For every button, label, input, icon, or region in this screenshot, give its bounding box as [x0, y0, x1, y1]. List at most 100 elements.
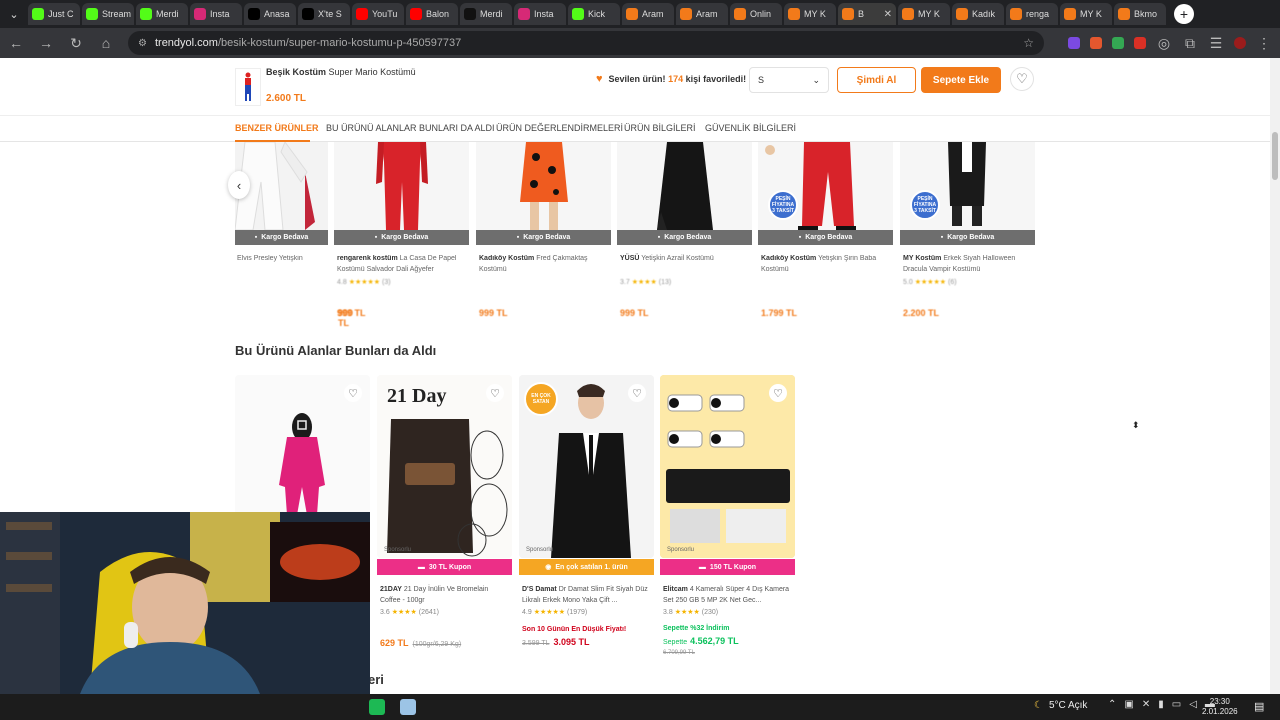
tray-usb-icon[interactable]: ▮	[1158, 699, 1164, 710]
site-info-icon[interactable]: ⚙	[138, 38, 147, 49]
favorite-heart-button[interactable]: ♡	[769, 384, 787, 402]
browser-tab[interactable]: MY K	[784, 3, 836, 25]
tab-search-icon[interactable]: ⌄	[4, 4, 24, 24]
browser-tab[interactable]: Insta	[190, 3, 242, 25]
tray-network-icon[interactable]: ▭	[1172, 699, 1181, 710]
tray-chevron-up-icon[interactable]: ⌃	[1108, 699, 1116, 710]
product-image	[660, 375, 795, 558]
browser-tab[interactable]: MY K	[1060, 3, 1112, 25]
new-tab-button[interactable]: +	[1174, 4, 1194, 24]
free-shipping-bar: ▪ Kargo Bedava	[476, 230, 611, 245]
browser-tab[interactable]: Just C	[28, 3, 80, 25]
tab-product-info[interactable]: ÜRÜN BİLGİLERİ	[624, 123, 696, 133]
similar-product-card[interactable]: ▪ Kargo Bedava Elvis Presley Yetişkin 900…	[192, 142, 353, 328]
home-icon[interactable]: ⌂	[98, 35, 114, 51]
notification-icon[interactable]: ▤	[1254, 700, 1264, 713]
url-field[interactable]: ⚙ trendyol.com/besik-kostum/super-mario-…	[128, 31, 1044, 55]
extension-green-icon[interactable]	[1112, 37, 1124, 49]
stars-icon: ★★★★	[391, 609, 417, 616]
favorite-heart-button[interactable]: ♡	[486, 384, 504, 402]
cart-price: Sepette 4.562,79 TL	[663, 636, 739, 646]
extension-leaf-icon[interactable]	[1090, 37, 1102, 49]
trendyol-icon	[902, 8, 914, 20]
kargo-label: Kargo Bedava	[805, 234, 853, 241]
weather-widget[interactable]: ☾ 5°C Açık	[1034, 700, 1087, 711]
browser-tab[interactable]: X'te S	[298, 3, 350, 25]
similar-product-card[interactable]: ▪ Kargo Bedava YÜSÜ Yetişkin Azrail Kostü…	[617, 142, 752, 322]
buy-now-button[interactable]: Şimdi Al	[837, 67, 916, 93]
close-tab-icon[interactable]: ✕	[884, 9, 892, 20]
tab-label: MY K	[1080, 9, 1102, 19]
browser-tab[interactable]: Merdi	[460, 3, 512, 25]
also-bought-card[interactable]: ♡ Sponsorlu ▬ 150 TL Kupon Elitcam 4 Kame…	[660, 375, 795, 665]
browser-tab[interactable]: B ✕	[838, 3, 896, 25]
section-tabs: BENZER ÜRÜNLER BU ÜRÜNÜ ALANLAR BUNLARI …	[0, 116, 1270, 142]
extension-red-icon[interactable]	[1134, 37, 1146, 49]
tab-label: MY K	[918, 9, 940, 19]
product-price: 629 TL (100gr/6,29 Kg)	[380, 638, 461, 648]
free-shipping-bar: ▪ Kargo Bedava	[758, 230, 893, 245]
tab-label: B	[858, 9, 865, 19]
product-brand: Kadıköy Kostüm	[761, 255, 817, 262]
browser-tab[interactable]: Bkmo	[1114, 3, 1166, 25]
add-to-cart-button[interactable]: Sepete Ekle	[921, 67, 1001, 93]
taskbar-clock[interactable]: 23:30 2.01.2026	[1202, 697, 1238, 717]
similar-product-card[interactable]: PEŞİN FİYATINA 3 TAKSİT ▪ Kargo Bedava Ka…	[758, 142, 893, 322]
favorite-heart-button[interactable]: ♡	[628, 384, 646, 402]
tab-similar-products[interactable]: BENZER ÜRÜNLER	[235, 123, 319, 133]
browser-tab[interactable]: Aram	[676, 3, 728, 25]
browser-tab[interactable]: renga	[1006, 3, 1058, 25]
installment-badge: PEŞİN FİYATINA 3 TAKSİT	[910, 190, 940, 220]
tray-app-icon[interactable]: ▣	[1124, 699, 1133, 710]
also-bought-card[interactable]: EN ÇOK SATAN ♡ Sponsorlu ◉ En çok satılan…	[519, 375, 654, 665]
youtube-icon	[410, 8, 422, 20]
bookmark-star-icon[interactable]: ☆	[1023, 36, 1034, 50]
trendyol-icon	[680, 8, 692, 20]
tray-mute-icon[interactable]: ✕	[1142, 699, 1150, 710]
browser-tab[interactable]: Stream	[82, 3, 134, 25]
tab-label: Merdi	[480, 9, 503, 19]
similar-product-card[interactable]: PEŞİN FİYATINA 3 TAKSİT ▪ Kargo Bedava MY…	[900, 142, 1035, 322]
forward-icon[interactable]: →	[38, 35, 54, 51]
browser-tab[interactable]: Balon	[406, 3, 458, 25]
carousel-prev-button[interactable]: ‹	[228, 171, 250, 199]
browser-tab[interactable]: Anasa	[244, 3, 296, 25]
tab-safety-info[interactable]: GÜVENLİK BİLGİLERİ	[705, 123, 796, 133]
reading-list-icon[interactable]: ☰	[1208, 35, 1224, 52]
tab-reviews[interactable]: ÜRÜN DEĞERLENDİRMELERİ	[496, 123, 623, 133]
also-bought-card[interactable]: 21 Day ♡ Sponsorlu ▬ 30 TL Kupon 21DAY 21…	[377, 375, 512, 665]
tray-speaker-icon[interactable]: ◁	[1189, 699, 1197, 710]
tab-also-bought[interactable]: BU ÜRÜNÜ ALANLAR BUNLARI DA ALDI	[326, 123, 495, 133]
size-select[interactable]: S ⌄	[749, 67, 829, 93]
browser-menu-icon[interactable]: ⋮	[1256, 35, 1272, 52]
similar-product-card[interactable]: ▪ Kargo Bedava rengarenk kostüm La Casa D…	[334, 142, 469, 322]
favorite-heart-button[interactable]: ♡	[344, 384, 362, 402]
product-thumbnail[interactable]	[235, 68, 261, 106]
product-image: 21 Day	[377, 375, 512, 558]
browser-tab[interactable]: Insta	[514, 3, 566, 25]
browser-tab[interactable]: Merdi	[136, 3, 188, 25]
browser-tab[interactable]: Kick	[568, 3, 620, 25]
back-icon[interactable]: ←	[8, 35, 24, 51]
scrollbar-thumb[interactable]	[1272, 132, 1278, 180]
favorite-heart-button[interactable]: ♡	[1010, 67, 1034, 91]
kick-icon	[32, 8, 44, 20]
stars-icon: ★★★★	[631, 279, 657, 286]
extension-purple-icon[interactable]	[1068, 37, 1080, 49]
browser-tab[interactable]: YouTu	[352, 3, 404, 25]
tab-label: YouTu	[372, 9, 398, 19]
browser-tab[interactable]: Aram	[622, 3, 674, 25]
extension-ring-icon[interactable]: ◎	[1156, 35, 1172, 52]
product-title: Elitcam 4 Kameralı Süper 4 Dış Kamera Se…	[663, 584, 793, 606]
browser-tab[interactable]: Kadık	[952, 3, 1004, 25]
sponsored-label: Sponsorlu	[526, 547, 554, 553]
truck-icon: ▪	[374, 234, 378, 241]
taskbar-app-notes-icon[interactable]	[400, 699, 416, 715]
taskbar-app-green-icon[interactable]	[369, 699, 385, 715]
browser-tab[interactable]: Onlin	[730, 3, 782, 25]
browser-tab[interactable]: MY K	[898, 3, 950, 25]
profile-avatar[interactable]	[1234, 37, 1246, 49]
extensions-puzzle-icon[interactable]: ⧉	[1182, 35, 1198, 52]
similar-product-card[interactable]: ▪ Kargo Bedava Kadıköy Kostüm Fred Çakmak…	[476, 142, 611, 322]
reload-icon[interactable]: ↻	[68, 35, 84, 52]
